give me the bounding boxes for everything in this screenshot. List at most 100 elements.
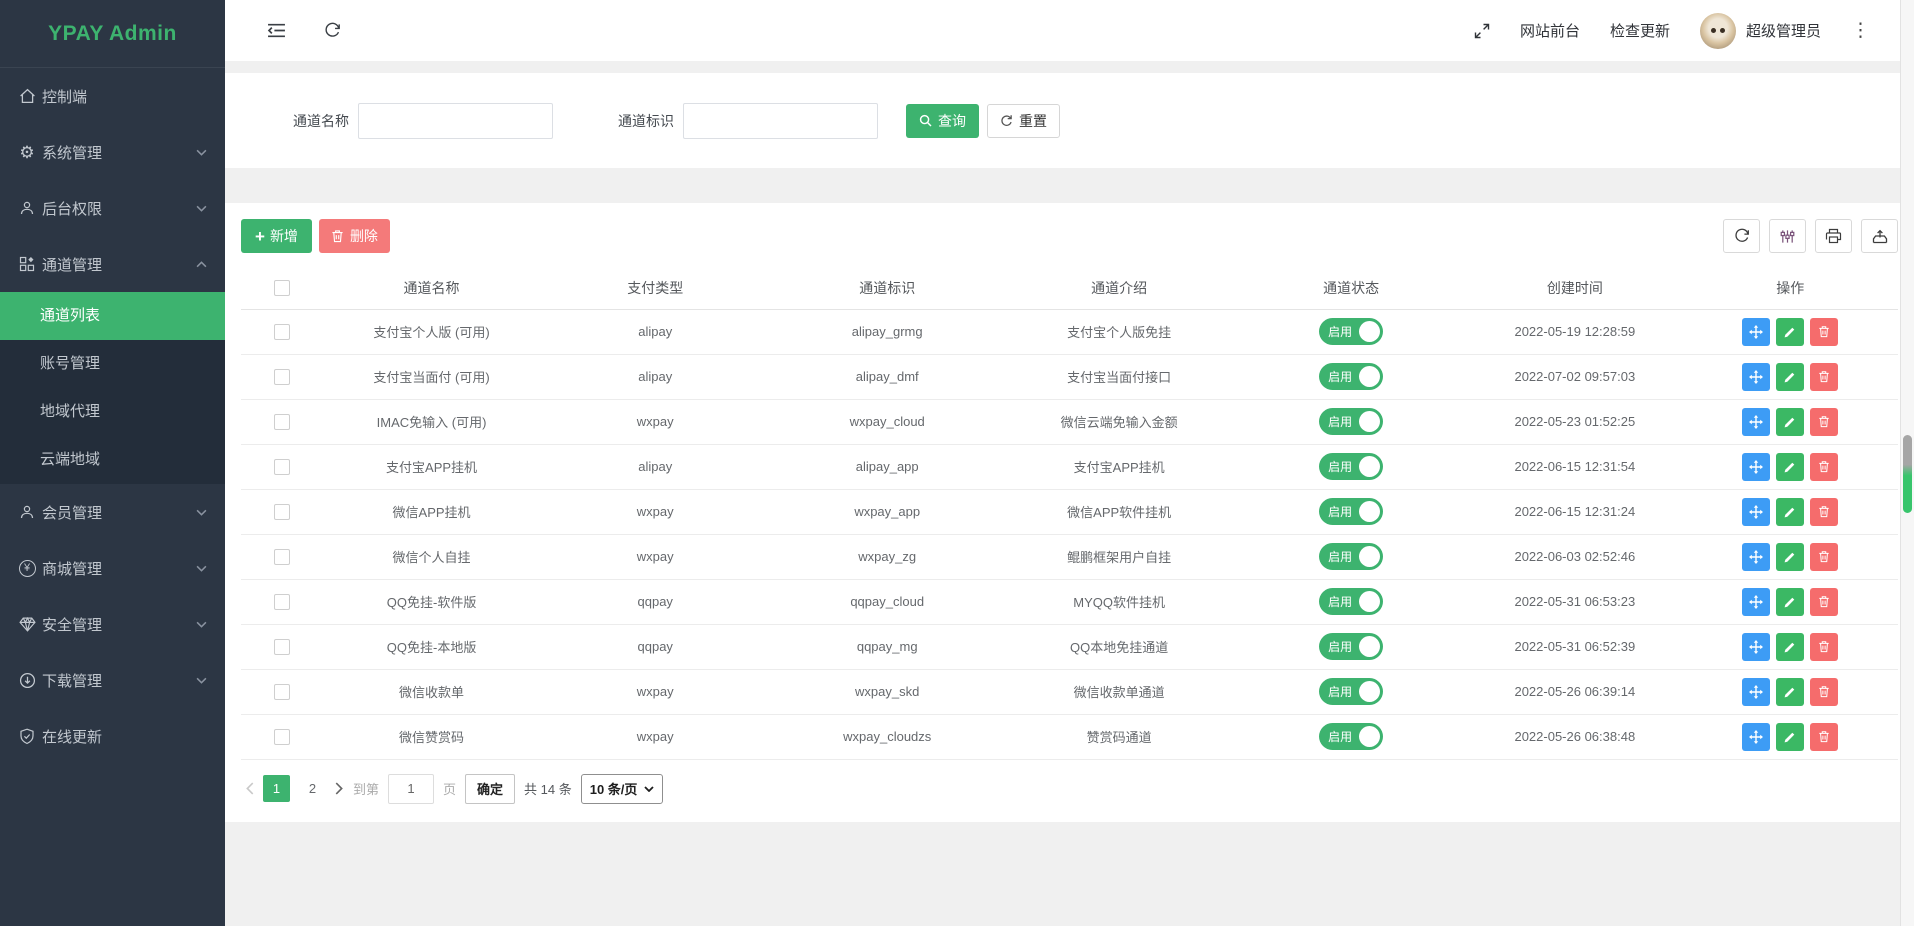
move-icon — [1749, 550, 1763, 564]
status-label: 启用 — [1328, 683, 1352, 700]
prev-page-icon[interactable] — [245, 782, 254, 795]
query-button[interactable]: 查询 — [906, 104, 979, 138]
sidebar-item-channels[interactable]: 通道管理 — [0, 236, 225, 292]
status-toggle[interactable]: 启用 — [1319, 363, 1383, 390]
sidebar-item-downloads[interactable]: 下载管理 — [0, 652, 225, 708]
edit-button[interactable] — [1776, 588, 1804, 616]
status-toggle[interactable]: 启用 — [1319, 453, 1383, 480]
header-channel-status: 通道状态 — [1235, 267, 1467, 309]
move-icon — [1749, 730, 1763, 744]
status-toggle[interactable]: 启用 — [1319, 543, 1383, 570]
edit-button[interactable] — [1776, 723, 1804, 751]
move-button[interactable] — [1742, 678, 1770, 706]
row-delete-button[interactable] — [1810, 543, 1838, 571]
move-button[interactable] — [1742, 363, 1770, 391]
row-delete-button[interactable] — [1810, 453, 1838, 481]
cell-channel-code: alipay_dmf — [771, 354, 1003, 399]
row-delete-button[interactable] — [1810, 588, 1838, 616]
sidebar-item-online-update[interactable]: 在线更新 — [0, 708, 225, 764]
sidebar-subitem-cloud-region[interactable]: 云端地域 — [0, 436, 225, 484]
row-checkbox[interactable] — [274, 369, 290, 385]
edit-button[interactable] — [1776, 318, 1804, 346]
move-button[interactable] — [1742, 543, 1770, 571]
row-checkbox[interactable] — [274, 324, 290, 340]
channel-name-input[interactable] — [358, 103, 553, 139]
sidebar-subitem-accounts[interactable]: 账号管理 — [0, 340, 225, 388]
status-toggle[interactable]: 启用 — [1319, 588, 1383, 615]
move-button[interactable] — [1742, 318, 1770, 346]
cell-channel-name: 支付宝个人版 (可用) — [324, 309, 539, 354]
edit-button[interactable] — [1776, 678, 1804, 706]
sidebar-nav: 控制端 ⚙ 系统管理 后台权限 — [0, 68, 225, 764]
row-delete-button[interactable] — [1810, 633, 1838, 661]
user-menu[interactable]: 超级管理员 — [1700, 13, 1821, 49]
fullscreen-icon[interactable] — [1474, 23, 1490, 39]
sidebar-subitem-channel-list[interactable]: 通道列表 — [0, 292, 225, 340]
row-delete-button[interactable] — [1810, 408, 1838, 436]
sidebar-item-system[interactable]: ⚙ 系统管理 — [0, 124, 225, 180]
goto-confirm-button[interactable]: 确定 — [465, 774, 515, 804]
print-button[interactable] — [1815, 219, 1852, 253]
status-toggle[interactable]: 启用 — [1319, 408, 1383, 435]
select-all-checkbox[interactable] — [274, 280, 290, 296]
edit-button[interactable] — [1776, 633, 1804, 661]
move-button[interactable] — [1742, 498, 1770, 526]
delete-button[interactable]: 删除 — [319, 219, 390, 253]
page-size-select[interactable]: 10 条/页 — [581, 774, 664, 804]
move-button[interactable] — [1742, 588, 1770, 616]
site-front-link[interactable]: 网站前台 — [1520, 20, 1580, 41]
edit-button[interactable] — [1776, 453, 1804, 481]
status-toggle[interactable]: 启用 — [1319, 723, 1383, 750]
collapse-sidebar-icon[interactable] — [267, 23, 286, 38]
edit-button[interactable] — [1776, 363, 1804, 391]
refresh-table-button[interactable] — [1723, 219, 1760, 253]
move-button[interactable] — [1742, 453, 1770, 481]
edit-button[interactable] — [1776, 408, 1804, 436]
sidebar-item-security[interactable]: 安全管理 — [0, 596, 225, 652]
sidebar-subitem-region-agent[interactable]: 地域代理 — [0, 388, 225, 436]
sidebar-item-members[interactable]: 会员管理 — [0, 484, 225, 540]
status-toggle[interactable]: 启用 — [1319, 318, 1383, 345]
sidebar-item-permissions[interactable]: 后台权限 — [0, 180, 225, 236]
move-button[interactable] — [1742, 408, 1770, 436]
add-button[interactable]: + 新增 — [241, 219, 312, 253]
row-checkbox[interactable] — [274, 459, 290, 475]
reset-button[interactable]: 重置 — [987, 104, 1060, 138]
scrollbar-thumb[interactable] — [1903, 435, 1912, 513]
status-toggle[interactable]: 启用 — [1319, 498, 1383, 525]
row-delete-button[interactable] — [1810, 498, 1838, 526]
move-button[interactable] — [1742, 723, 1770, 751]
row-delete-button[interactable] — [1810, 723, 1838, 751]
goto-page-input[interactable] — [388, 774, 434, 804]
row-delete-button[interactable] — [1810, 363, 1838, 391]
sidebar-item-dashboard[interactable]: 控制端 — [0, 68, 225, 124]
edit-button[interactable] — [1776, 498, 1804, 526]
check-update-link[interactable]: 检查更新 — [1610, 20, 1670, 41]
row-delete-button[interactable] — [1810, 678, 1838, 706]
row-checkbox[interactable] — [274, 414, 290, 430]
channel-code-input[interactable] — [683, 103, 878, 139]
header-actions: 操作 — [1683, 267, 1898, 309]
row-checkbox[interactable] — [274, 594, 290, 610]
username: 超级管理员 — [1746, 20, 1821, 41]
next-page-icon[interactable] — [335, 782, 344, 795]
move-button[interactable] — [1742, 633, 1770, 661]
edit-button[interactable] — [1776, 543, 1804, 571]
row-delete-button[interactable] — [1810, 318, 1838, 346]
status-toggle[interactable]: 启用 — [1319, 633, 1383, 660]
page-button-1[interactable]: 1 — [263, 775, 290, 802]
row-checkbox[interactable] — [274, 684, 290, 700]
status-label: 启用 — [1328, 728, 1352, 745]
columns-toggle-button[interactable] — [1769, 219, 1806, 253]
row-checkbox[interactable] — [274, 504, 290, 520]
row-checkbox[interactable] — [274, 549, 290, 565]
table-row: 微信个人自挂 wxpay wxpay_zg 鲲鹏框架用户自挂 启用 2022-0… — [241, 534, 1898, 579]
refresh-page-icon[interactable] — [324, 22, 341, 39]
sidebar-item-mall[interactable]: ¥ 商城管理 — [0, 540, 225, 596]
page-button-2[interactable]: 2 — [299, 775, 326, 802]
export-button[interactable] — [1861, 219, 1898, 253]
more-menu-icon[interactable]: ⋮ — [1851, 21, 1870, 40]
row-checkbox[interactable] — [274, 639, 290, 655]
row-checkbox[interactable] — [274, 729, 290, 745]
status-toggle[interactable]: 启用 — [1319, 678, 1383, 705]
